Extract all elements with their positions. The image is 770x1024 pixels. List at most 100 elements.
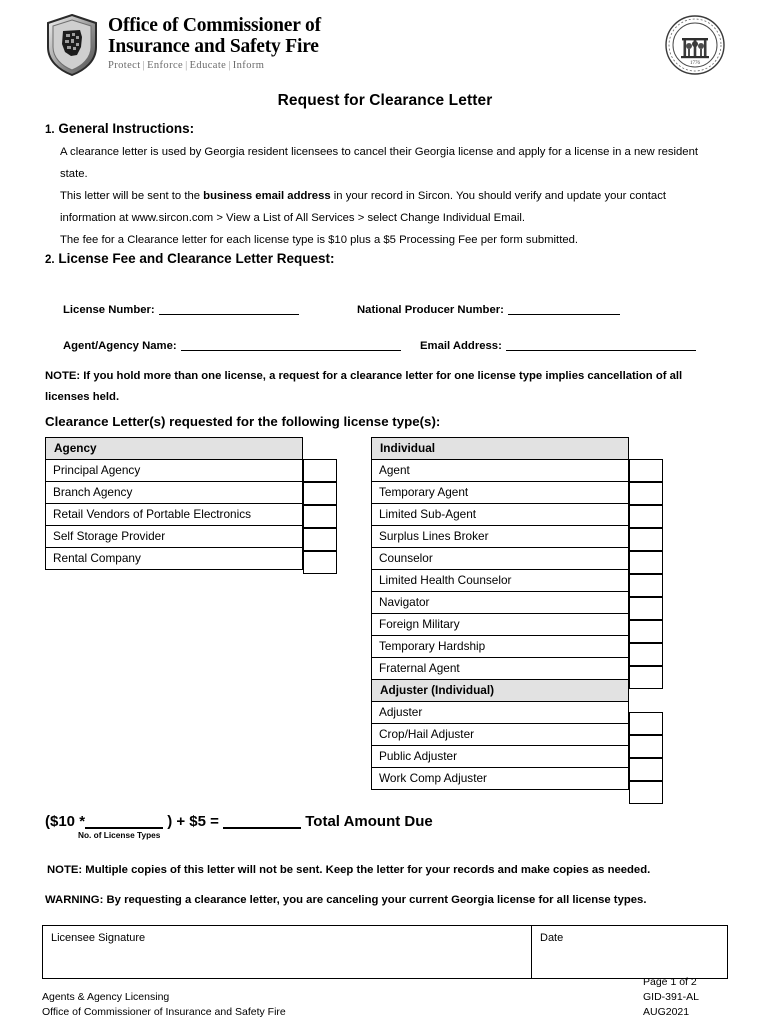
- table-row[interactable]: Navigator: [371, 591, 629, 614]
- agency-logo: Office of Commissioner of Insurance and …: [46, 14, 321, 76]
- checkbox-self-storage-provider[interactable]: [303, 528, 337, 551]
- checkbox-fraternal-agent[interactable]: [629, 666, 663, 689]
- agency-row-label: Retail Vendors of Portable Electronics: [45, 503, 303, 526]
- tagline-protect: Protect: [108, 60, 141, 71]
- checkbox-foreign-military[interactable]: [629, 620, 663, 643]
- table-row[interactable]: Foreign Military: [371, 613, 629, 636]
- table-row[interactable]: Public Adjuster: [371, 745, 629, 768]
- section-1-number: 1.: [45, 124, 55, 136]
- agency-table-header-cell: Agency: [45, 437, 303, 460]
- checkbox-navigator[interactable]: [629, 597, 663, 620]
- signature-table-body: Licensee Signature Date: [42, 925, 728, 979]
- section-1-heading-text: General Instructions:: [58, 121, 195, 136]
- table-row[interactable]: Limited Health Counselor: [371, 569, 629, 592]
- table-row[interactable]: Work Comp Adjuster: [371, 767, 629, 790]
- license-types-heading: Clearance Letter(s) requested for the fo…: [45, 414, 441, 429]
- individual-row-label: Limited Health Counselor: [371, 569, 629, 592]
- checkbox-temporary-hardship[interactable]: [629, 643, 663, 666]
- checkbox-public-adjuster[interactable]: [629, 758, 663, 781]
- section-2-heading-text: License Fee and Clearance Letter Request…: [58, 251, 335, 266]
- national-producer-number-field[interactable]: National Producer Number:: [357, 303, 620, 316]
- paragraph-2-lead: This letter will be sent to the: [60, 190, 204, 202]
- individual-table-header-row: Individual: [371, 437, 629, 460]
- license-number-input[interactable]: [158, 303, 299, 315]
- date-cell[interactable]: Date: [531, 925, 728, 979]
- footer-left-block: Agents & Agency Licensing Office of Comm…: [42, 990, 286, 1020]
- adjuster-subheader-cell: Adjuster (Individual): [371, 679, 629, 702]
- npn-input[interactable]: [507, 303, 620, 315]
- signature-row: Licensee Signature Date: [42, 925, 728, 979]
- checkbox-temporary-agent[interactable]: [629, 482, 663, 505]
- agency-name-block: Office of Commissioner of Insurance and …: [108, 14, 321, 71]
- tagline-inform: Inform: [232, 60, 265, 71]
- individual-row-label: Fraternal Agent: [371, 657, 629, 680]
- adjuster-row-label: Crop/Hail Adjuster: [371, 723, 629, 746]
- individual-table-header-cell: Individual: [371, 437, 629, 460]
- individual-row-label: Limited Sub-Agent: [371, 503, 629, 526]
- footer-division: Agents & Agency Licensing: [42, 991, 170, 1003]
- licensee-signature-cell[interactable]: Licensee Signature: [42, 925, 532, 979]
- individual-row-label: Navigator: [371, 591, 629, 614]
- checkbox-work-comp-adjuster[interactable]: [629, 781, 663, 804]
- table-row[interactable]: Self Storage Provider: [45, 525, 303, 548]
- table-row[interactable]: Counselor: [371, 547, 629, 570]
- checkbox-agent[interactable]: [629, 459, 663, 482]
- footer-office: Office of Commissioner of Insurance and …: [42, 1006, 286, 1018]
- checkbox-branch-agency[interactable]: [303, 482, 337, 505]
- checkbox-limited-health-counselor[interactable]: [629, 574, 663, 597]
- table-row[interactable]: Temporary Agent: [371, 481, 629, 504]
- agency-row-label: Rental Company: [45, 547, 303, 570]
- agent-agency-name-label: Agent/Agency Name:: [63, 340, 177, 352]
- table-row[interactable]: Adjuster: [371, 701, 629, 724]
- agency-license-table: Agency Principal Agency Branch Agency Re…: [45, 437, 303, 570]
- tagline-enforce: Enforce: [147, 60, 184, 71]
- agency-name-line-2: Insurance and Safety Fire: [108, 36, 319, 57]
- document-header: Office of Commissioner of Insurance and …: [0, 0, 770, 88]
- fee-prefix: ($10 *: [45, 813, 86, 830]
- table-row[interactable]: Surplus Lines Broker: [371, 525, 629, 548]
- general-instructions-paragraph-3: The fee for a Clearance letter for each …: [60, 234, 579, 246]
- multiple-copies-note: NOTE: Multiple copies of this letter wil…: [47, 864, 651, 876]
- table-row[interactable]: Branch Agency: [45, 481, 303, 504]
- individual-license-table: Individual Agent Temporary Agent Limited…: [371, 437, 629, 790]
- agent-agency-name-input[interactable]: [180, 339, 401, 351]
- license-number-label: License Number:: [63, 304, 155, 316]
- individual-row-label: Temporary Agent: [371, 481, 629, 504]
- adjuster-row-label: Work Comp Adjuster: [371, 767, 629, 790]
- checkbox-limited-sub-agent[interactable]: [629, 505, 663, 528]
- total-amount-due-input[interactable]: [223, 812, 302, 829]
- adjuster-row-label: Adjuster: [371, 701, 629, 724]
- license-type-count-input[interactable]: [85, 812, 164, 829]
- page-number: Page 1 of 2: [643, 976, 697, 988]
- table-row[interactable]: Agent: [371, 459, 629, 482]
- table-row[interactable]: Temporary Hardship: [371, 635, 629, 658]
- individual-table-body: Individual Agent Temporary Agent Limited…: [371, 437, 629, 790]
- individual-row-label: Counselor: [371, 547, 629, 570]
- checkbox-retail-vendors-portable-electronics[interactable]: [303, 505, 337, 528]
- fee-calculation-line: ($10 * ) + $5 = Total Amount Due: [45, 812, 433, 830]
- table-row[interactable]: Fraternal Agent: [371, 657, 629, 680]
- checkbox-principal-agency[interactable]: [303, 459, 337, 482]
- business-email-address-emphasis: business email address: [203, 190, 331, 202]
- agency-row-label: Self Storage Provider: [45, 525, 303, 548]
- checkbox-counselor[interactable]: [629, 551, 663, 574]
- table-row[interactable]: Limited Sub-Agent: [371, 503, 629, 526]
- checkbox-adjuster[interactable]: [629, 712, 663, 735]
- table-row[interactable]: Principal Agency: [45, 459, 303, 482]
- table-row[interactable]: Rental Company: [45, 547, 303, 570]
- license-number-field[interactable]: License Number:: [63, 303, 299, 316]
- checkbox-crop-hail-adjuster[interactable]: [629, 735, 663, 758]
- section-2-number: 2.: [45, 254, 55, 266]
- form-revision-date: AUG2021: [643, 1006, 690, 1018]
- table-row[interactable]: Retail Vendors of Portable Electronics: [45, 503, 303, 526]
- email-address-field[interactable]: Email Address:: [420, 339, 696, 352]
- agency-row-label: Principal Agency: [45, 459, 303, 482]
- table-row[interactable]: Crop/Hail Adjuster: [371, 723, 629, 746]
- checkbox-rental-company[interactable]: [303, 551, 337, 574]
- agent-agency-name-field[interactable]: Agent/Agency Name:: [63, 339, 401, 352]
- checkbox-surplus-lines-broker[interactable]: [629, 528, 663, 551]
- tagline-educate: Educate: [189, 60, 227, 71]
- email-address-input[interactable]: [505, 339, 696, 351]
- georgia-state-seal-icon: 1776: [664, 14, 726, 76]
- individual-row-label: Foreign Military: [371, 613, 629, 636]
